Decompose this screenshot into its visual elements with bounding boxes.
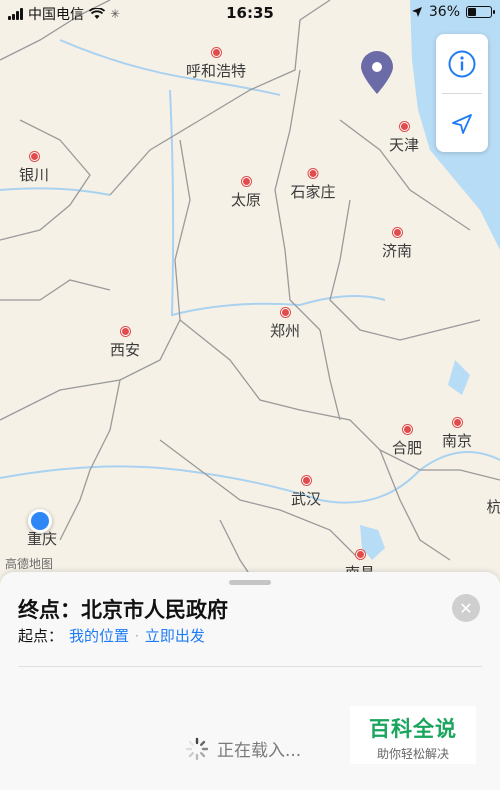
city-name: 天津 (388, 136, 420, 154)
close-button[interactable]: ✕ (452, 594, 480, 622)
city-dot (452, 418, 462, 427)
location-services-icon (411, 7, 422, 17)
city-label[interactable]: 郑州 (270, 308, 300, 341)
city-label[interactable]: 太原 (231, 177, 261, 210)
city-label[interactable]: 石家庄 (290, 169, 336, 202)
status-bar: 中国电信 ✳ 16:35 36% (0, 0, 500, 26)
start-separator: · (135, 628, 139, 643)
city-name: 杭 (486, 498, 500, 516)
city-name: 济南 (381, 242, 413, 260)
loading-indicator: 正在载入... (185, 736, 301, 761)
depart-now-link[interactable]: 立即出发 (145, 625, 205, 646)
city-name: 银川 (18, 166, 50, 184)
city-name: 合肥 (391, 439, 423, 457)
city-name: 南京 (441, 432, 473, 450)
info-icon (448, 50, 476, 77)
city-label[interactable]: 南京 (442, 418, 472, 451)
status-right: 36% (411, 4, 495, 20)
city-dot (301, 476, 311, 485)
city-label[interactable]: 西安 (110, 327, 140, 360)
close-icon: ✕ (459, 598, 473, 618)
river (0, 451, 500, 504)
city-name: 太原 (230, 191, 262, 209)
city-dot (392, 228, 402, 237)
location-arrow-icon (452, 113, 472, 134)
city-label[interactable]: 杭 (486, 496, 500, 517)
city-label[interactable]: 银川 (19, 152, 49, 185)
destination-prefix: 终点： (18, 598, 81, 622)
map-attribution: 高德地图 (5, 557, 54, 571)
watermark-subtitle: 助你轻松解决 (376, 747, 449, 761)
city-dot (241, 177, 251, 186)
city-label[interactable]: 合肥 (392, 425, 422, 458)
city-dot (402, 425, 412, 434)
start-prefix: 起点： (18, 627, 64, 645)
map-controls (436, 34, 488, 152)
start-location-link[interactable]: 我的位置 (69, 625, 129, 646)
city-name: 西安 (109, 341, 141, 359)
battery-level (468, 8, 476, 16)
city-name: 郑州 (269, 322, 301, 340)
watermark-logo: 百科全说 助你轻松解决 (350, 706, 476, 764)
watermark-title: 百科全说 (369, 717, 457, 741)
battery-icon (466, 6, 495, 18)
city-dot (355, 550, 365, 559)
sheet-divider (18, 666, 482, 667)
city-dot (308, 169, 318, 178)
city-name: 武汉 (290, 490, 322, 508)
city-dot (120, 327, 130, 336)
city-name: 呼和浩特 (185, 62, 247, 80)
locate-button[interactable] (436, 94, 488, 153)
destination-name: 北京市人民政府 (81, 598, 228, 622)
destination-pin-icon[interactable] (358, 50, 396, 96)
city-dot (29, 152, 39, 161)
destination-line: 终点： 北京市人民政府 (18, 594, 228, 624)
city-label[interactable]: 武汉 (291, 476, 321, 509)
city-name: 石家庄 (290, 183, 336, 201)
loading-spinner-icon (185, 737, 209, 760)
loading-text: 正在载入... (217, 741, 302, 761)
info-button[interactable] (436, 34, 488, 93)
start-line: 起点： 我的位置 · 立即出发 (18, 625, 205, 646)
city-label[interactable]: 济南 (382, 228, 412, 261)
sheet-grabber[interactable] (229, 580, 271, 585)
battery-percent: 36% (428, 4, 460, 20)
city-dot (211, 48, 221, 57)
lake-area (448, 360, 470, 395)
city-label[interactable]: 呼和浩特 (186, 48, 246, 81)
city-dot (399, 122, 409, 131)
current-location-dot (28, 509, 52, 533)
city-label[interactable]: 天津 (389, 122, 419, 155)
city-dot (280, 308, 290, 317)
